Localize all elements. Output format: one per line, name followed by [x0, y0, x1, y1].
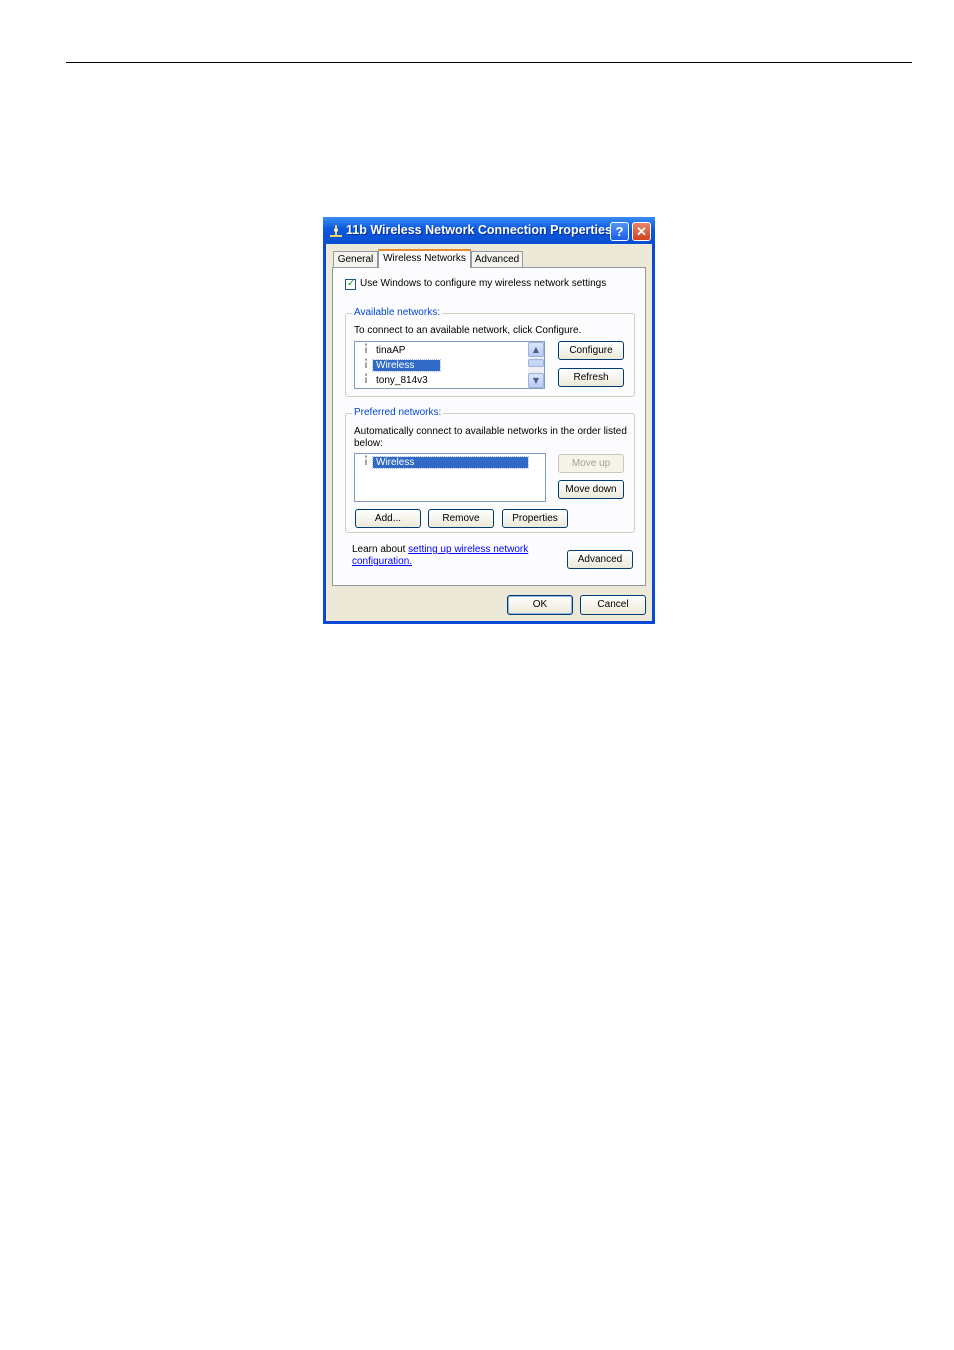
learn-about-text: Learn about setting up wireless network — [352, 544, 529, 555]
tab-advanced[interactable]: Advanced — [471, 251, 523, 267]
title-bar[interactable]: 11b Wireless Network Connection Properti… — [323, 217, 655, 244]
configure-checkbox[interactable]: ✓ — [345, 278, 356, 290]
wireless-networks-panel: ✓ Use Windows to configure my wireless n… — [332, 267, 646, 586]
move-up-button[interactable]: Move up — [558, 454, 624, 473]
tab-general[interactable]: General — [333, 251, 378, 267]
preferred-networks-list[interactable]: ı̊ Wireless — [354, 453, 546, 502]
configure-checkbox-label[interactable]: Use Windows to configure my wireless net… — [360, 278, 606, 289]
configure-button[interactable]: Configure — [558, 341, 624, 360]
scroll-down-icon[interactable]: ▼ — [528, 373, 544, 388]
list-item[interactable]: ı̊ tinaAP — [361, 344, 408, 357]
available-networks-group: Available networks: To connect to an ava… — [345, 307, 635, 397]
tab-wireless-networks[interactable]: Wireless Networks — [378, 249, 471, 268]
checkmark-icon: ✓ — [347, 278, 356, 289]
list-item[interactable]: ı̊ tony_814v3 — [361, 374, 431, 387]
properties-dialog: 11b Wireless Network Connection Properti… — [323, 217, 655, 624]
available-networks-description: To connect to an available network, clic… — [354, 325, 582, 336]
refresh-button[interactable]: Refresh — [558, 368, 624, 387]
preferred-networks-group: Preferred networks: Automatically connec… — [345, 407, 635, 533]
setup-help-link[interactable]: setting up wireless network — [408, 544, 528, 555]
available-list-scrollbar[interactable]: ▲ ▼ — [528, 342, 544, 388]
antenna-icon: ı̊ — [364, 360, 368, 371]
available-networks-list[interactable]: ı̊ tinaAP ı̊ Wireless ı̊ tony_814v3 ▲ ▼ — [354, 341, 545, 389]
available-networks-legend: Available networks: — [352, 307, 442, 318]
window-title: 11b Wireless Network Connection Properti… — [346, 223, 612, 237]
advanced-button[interactable]: Advanced — [567, 550, 633, 569]
add-button[interactable]: Add... — [355, 509, 421, 528]
cancel-button[interactable]: Cancel — [580, 595, 646, 615]
setup-help-link-cont[interactable]: configuration. — [352, 556, 412, 567]
page-header-rule — [66, 62, 912, 63]
help-button[interactable]: ? — [610, 222, 629, 241]
close-button[interactable]: ✕ — [632, 222, 651, 241]
scroll-thumb[interactable] — [528, 359, 544, 367]
antenna-icon: ı̊ — [364, 375, 368, 386]
antenna-icon: ı̊ — [364, 457, 368, 468]
ok-button[interactable]: OK — [507, 595, 573, 615]
properties-button[interactable]: Properties — [502, 509, 568, 528]
remove-button[interactable]: Remove — [428, 509, 494, 528]
wireless-network-icon — [330, 225, 342, 237]
list-item[interactable]: ı̊ Wireless — [361, 456, 530, 469]
scroll-up-icon[interactable]: ▲ — [528, 342, 544, 357]
preferred-networks-description-cont: below: — [354, 438, 383, 449]
antenna-icon: ı̊ — [364, 345, 368, 356]
list-item[interactable]: ı̊ Wireless — [361, 359, 442, 372]
preferred-networks-legend: Preferred networks: — [352, 407, 444, 418]
preferred-networks-description: Automatically connect to available netwo… — [354, 426, 627, 437]
move-down-button[interactable]: Move down — [558, 480, 624, 499]
dialog-client-area: General Wireless Networks Advanced ✓ Use… — [326, 244, 652, 621]
